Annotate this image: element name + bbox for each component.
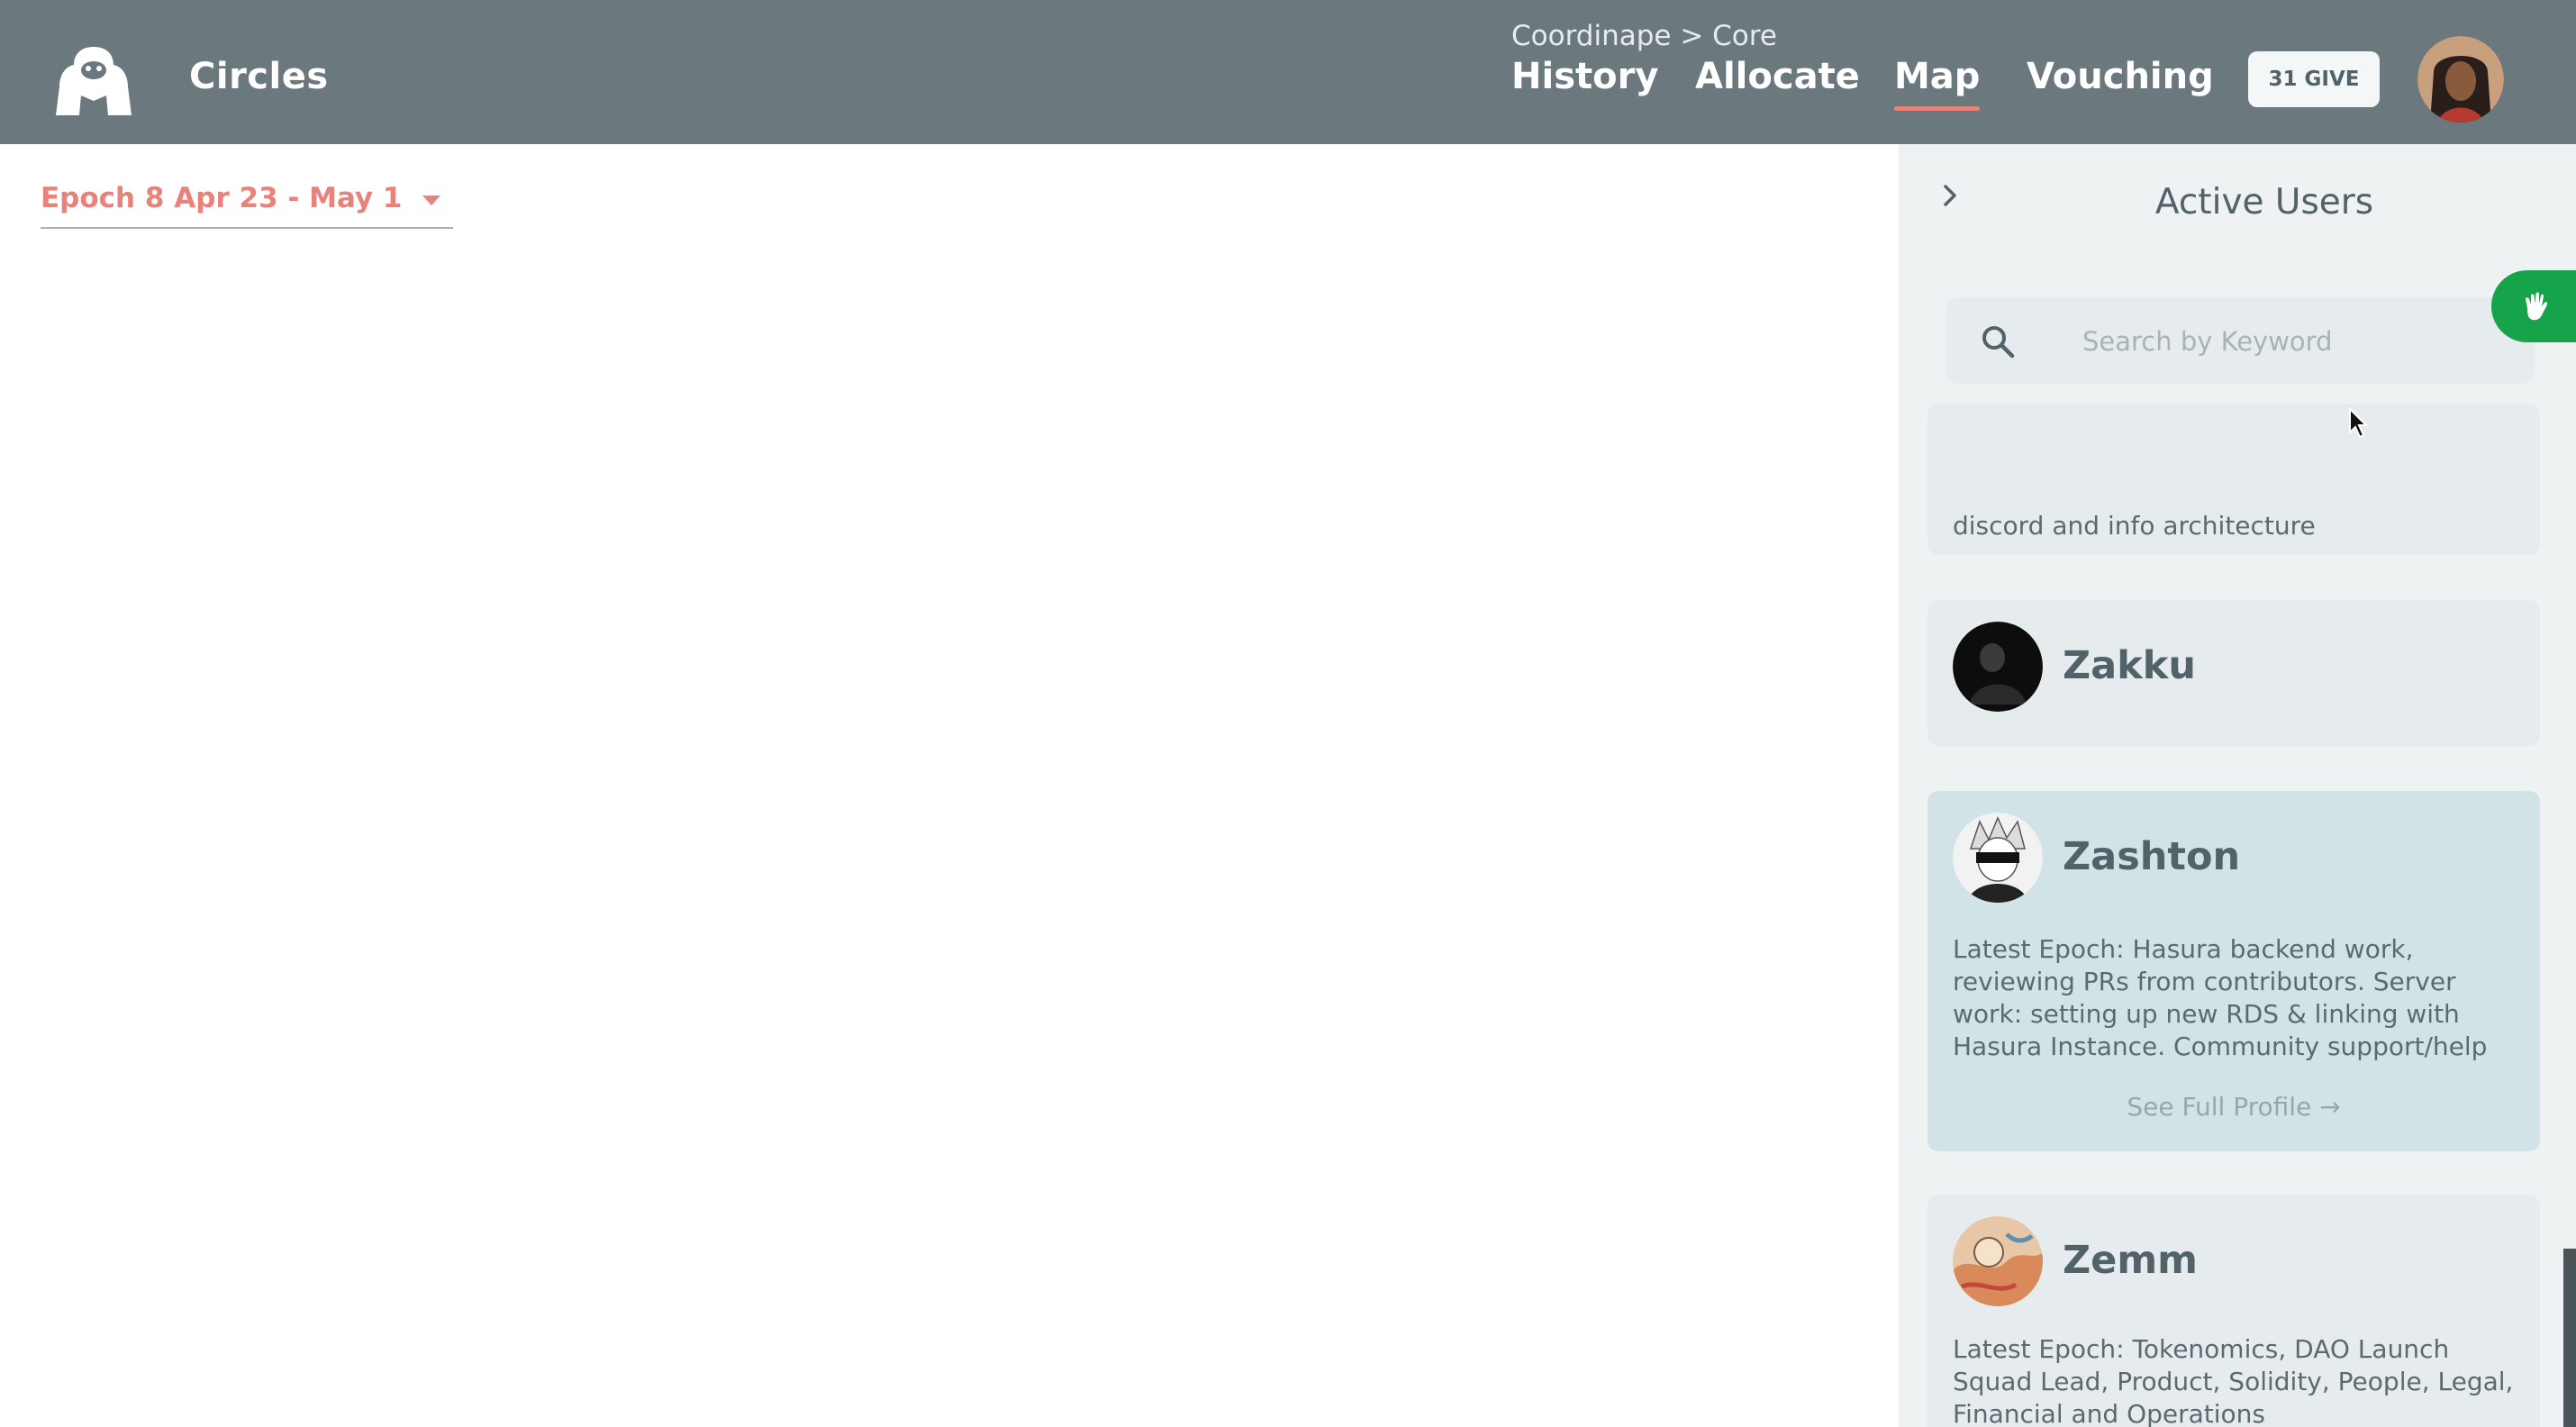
user-bio: discord and info architecture [1953, 511, 2316, 541]
brand-title[interactable]: Circles [189, 56, 329, 97]
wave-button[interactable] [2491, 270, 2576, 342]
caret-down-icon [422, 195, 440, 205]
mouse-cursor-icon [2349, 407, 2369, 439]
search-input[interactable] [2081, 319, 2517, 364]
drawer-title: Active Users [2154, 182, 2374, 223]
user-bio: Latest Epoch: Hasura backend work, revie… [1953, 934, 2488, 1061]
waving-hand-icon [2526, 292, 2548, 321]
nav-map[interactable]: Map [1894, 56, 1981, 111]
give-balance-button[interactable]: 31 GIVE [2248, 51, 2380, 107]
nav-vouching[interactable]: Vouching [2027, 56, 2214, 97]
user-card[interactable]: Zakku [1927, 600, 2540, 746]
search-icon [1982, 326, 2015, 359]
nav-allocate[interactable]: Allocate [1695, 56, 1860, 97]
avatar [1953, 813, 2043, 903]
search-box[interactable] [1946, 297, 2535, 384]
user-name: Zashton [2063, 834, 2241, 879]
user-bio: Latest Epoch: Tokenomics, DAO Launch Squ… [1953, 1334, 2514, 1427]
user-name: Zakku [2063, 643, 2197, 688]
top-header: Circles Coordinape > Core History Alloca… [0, 0, 2576, 144]
user-card[interactable]: discord and info architecture [1927, 404, 2540, 555]
user-name: Zemm [2063, 1238, 2198, 1283]
user-list: discord and info architecture Zakku Zash… [1899, 404, 2576, 1427]
user-card[interactable]: Zashton Latest Epoch: Hasura backend wor… [1927, 791, 2540, 1151]
user-card[interactable]: Zemm Latest Epoch: Tokenomics, DAO Launc… [1927, 1195, 2540, 1427]
see-full-profile-link[interactable]: See Full Profile → [1927, 1092, 2540, 1122]
gorilla-logo-icon[interactable] [52, 43, 135, 117]
epoch-selector[interactable]: Epoch 8 Apr 23 - May 1 [41, 182, 453, 229]
user-avatar[interactable] [2417, 36, 2504, 123]
active-users-drawer: Active Users discord and info architectu… [1899, 144, 2576, 1427]
nav-history[interactable]: History [1511, 56, 1658, 97]
breadcrumb[interactable]: Coordinape > Core [1511, 20, 1777, 52]
avatar [1953, 1216, 2043, 1306]
avatar [1953, 622, 2043, 712]
epoch-label: Epoch 8 Apr 23 - May 1 [41, 182, 403, 214]
scrollbar[interactable] [2563, 1249, 2576, 1427]
